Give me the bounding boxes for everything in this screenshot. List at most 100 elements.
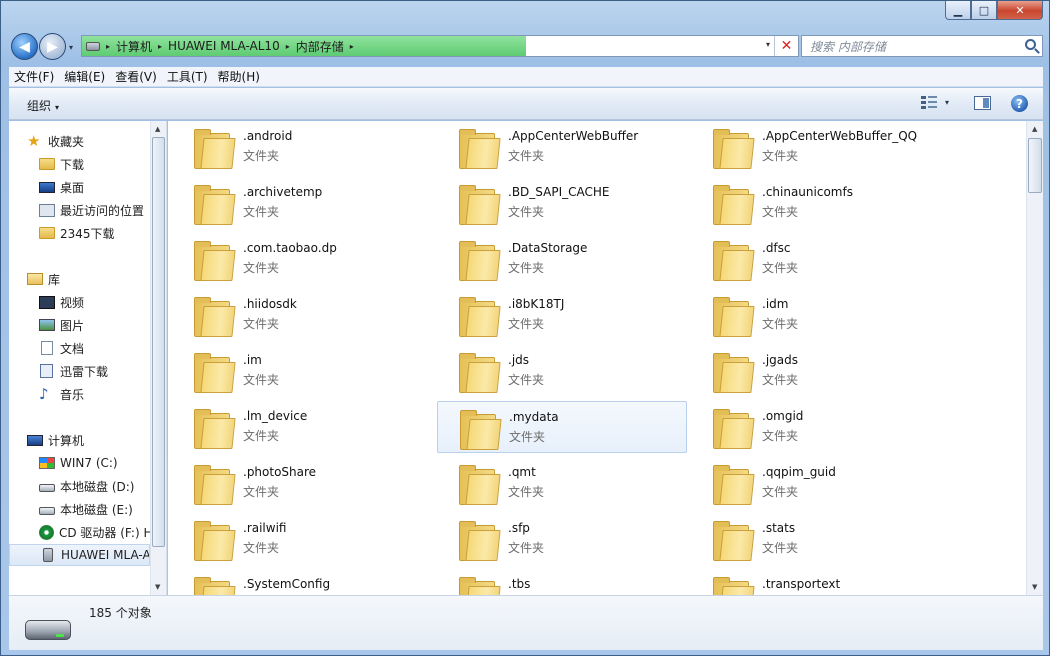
folder-icon <box>713 465 755 505</box>
folder-item[interactable]: .chinaunicomfs 文件夹 <box>691 177 941 229</box>
folder-item[interactable]: .im 文件夹 <box>172 345 422 397</box>
sidebar-item-music[interactable]: ♪ 音乐 <box>9 383 150 405</box>
folder-item[interactable]: .lm_device 文件夹 <box>172 401 422 453</box>
folder-item[interactable]: .AppCenterWebBuffer_QQ 文件夹 <box>691 121 941 173</box>
folder-type: 文件夹 <box>508 205 545 219</box>
scroll-down-icon[interactable]: ▼ <box>155 583 160 591</box>
folder-item[interactable]: .tbs文件夹 <box>437 569 687 595</box>
menu-item[interactable]: 帮助(H) <box>213 68 265 85</box>
nav-scrollbar[interactable]: ▲ ▼ <box>150 121 166 595</box>
scroll-up-icon[interactable]: ▲ <box>1032 125 1037 133</box>
sidebar-item-2345-downloads[interactable]: 2345下载 <box>9 222 150 244</box>
views-dropdown-icon[interactable]: ▾ <box>945 98 949 107</box>
sidebar-item-downloads[interactable]: 下载 <box>9 153 150 175</box>
device-icon <box>86 41 100 51</box>
stop-button[interactable]: ✕ <box>774 36 798 56</box>
breadcrumb-item[interactable]: 内部存储 <box>296 38 344 55</box>
sidebar-group-favorites[interactable]: ★ 收藏夹 <box>9 130 150 152</box>
folder-item[interactable]: .dfsc 文件夹 <box>691 233 941 285</box>
folder-type: 文件夹 <box>508 373 545 387</box>
folder-item[interactable]: .android 文件夹 <box>172 121 422 173</box>
nav-scroll-thumb[interactable] <box>152 137 165 547</box>
sidebar-item-documents[interactable]: 文档 <box>9 337 150 359</box>
sidebar-item-drive-e[interactable]: 本地磁盘 (E:) <box>9 498 150 520</box>
breadcrumb: ▸ 计算机 ▸ HUAWEI MLA-AL10 ▸ 内部存储 ▸ <box>82 36 354 56</box>
sidebar-item-drive-d[interactable]: 本地磁盘 (D:) <box>9 475 150 497</box>
folder-type: 文件夹 <box>762 541 799 555</box>
breadcrumb-separator-icon[interactable]: ▸ <box>158 42 162 51</box>
folder-item[interactable]: .sfp 文件夹 <box>437 513 687 565</box>
search-input[interactable]: 搜索 内部存储 <box>801 35 1043 57</box>
folder-item[interactable]: .DataStorage 文件夹 <box>437 233 687 285</box>
sidebar-item-drive-f[interactable]: CD 驱动器 (F:) H <box>9 521 150 543</box>
sidebar-item-recent-places[interactable]: 最近访问的位置 <box>9 199 150 221</box>
breadcrumb-separator-icon[interactable]: ▸ <box>350 42 354 51</box>
folder-item[interactable]: .transportext文件夹 <box>691 569 941 595</box>
folder-item[interactable]: .archivetemp 文件夹 <box>172 177 422 229</box>
recent-places-icon <box>39 203 55 217</box>
change-view-icon[interactable] <box>921 96 937 110</box>
folder-item[interactable]: .hiidosdk 文件夹 <box>172 289 422 341</box>
folder-item[interactable]: .photoShare 文件夹 <box>172 457 422 509</box>
folder-item[interactable]: .BD_SAPI_CACHE 文件夹 <box>437 177 687 229</box>
sidebar-item-label: 音乐 <box>60 387 85 402</box>
folder-item[interactable]: .AppCenterWebBuffer 文件夹 <box>437 121 687 173</box>
folder-item[interactable]: .qmt 文件夹 <box>437 457 687 509</box>
sidebar-item-pictures[interactable]: 图片 <box>9 314 150 336</box>
organize-button[interactable]: 组织 ▾ <box>27 97 59 114</box>
sidebar-item-huawei-device[interactable]: HUAWEI MLA-AL10 <box>9 544 150 566</box>
scroll-down-icon[interactable]: ▼ <box>1032 583 1037 591</box>
sidebar-item-desktop[interactable]: 桌面 <box>9 176 150 198</box>
folder-item[interactable]: .mydata 文件夹 <box>437 401 687 453</box>
folder-item[interactable]: .railwifi 文件夹 <box>172 513 422 565</box>
address-dropdown-button[interactable]: ▾ <box>766 40 770 49</box>
recent-pages-dropdown[interactable]: ▾ <box>69 43 73 52</box>
breadcrumb-separator-icon[interactable]: ▸ <box>286 42 290 51</box>
folder-icon <box>194 353 236 393</box>
back-button[interactable]: ◀ <box>11 33 38 60</box>
breadcrumb-separator-icon[interactable]: ▸ <box>106 42 110 51</box>
menu-item[interactable]: 查看(V) <box>110 68 162 85</box>
search-icon[interactable] <box>1025 39 1036 50</box>
preview-pane-icon[interactable] <box>974 96 991 110</box>
sidebar-item-label: 下载 <box>60 157 85 172</box>
folder-item[interactable]: .qqpim_guid 文件夹 <box>691 457 941 509</box>
breadcrumb-item[interactable]: HUAWEI MLA-AL10 <box>168 39 280 53</box>
folder-item[interactable]: .jgads 文件夹 <box>691 345 941 397</box>
close-button[interactable]: ✕ <box>997 1 1043 20</box>
content-scroll-thumb[interactable] <box>1028 138 1042 193</box>
menu-item[interactable]: 编辑(E) <box>59 68 110 85</box>
folder-item[interactable]: .i8bK18TJ 文件夹 <box>437 289 687 341</box>
sidebar-group-libraries[interactable]: 库 <box>9 268 150 290</box>
maximize-button[interactable]: □ <box>971 1 997 20</box>
folder-item[interactable]: .omgid 文件夹 <box>691 401 941 453</box>
scroll-up-icon[interactable]: ▲ <box>155 125 160 133</box>
folder-icon <box>713 185 755 225</box>
sidebar-item-drive-c[interactable]: WIN7 (C:) <box>9 452 150 474</box>
folder-icon <box>194 577 236 595</box>
sidebar-group-computer[interactable]: 计算机 <box>9 429 150 451</box>
sidebar-item-thunder-downloads[interactable]: 迅雷下载 <box>9 360 150 382</box>
folder-type: 文件夹 <box>243 373 280 387</box>
minimize-button[interactable]: ▁ <box>945 1 971 20</box>
forward-button[interactable]: ▶ <box>39 33 66 60</box>
folder-icon <box>194 241 236 281</box>
folder-type: 文件夹 <box>762 373 799 387</box>
content-scrollbar[interactable]: ▲ ▼ <box>1026 121 1043 595</box>
breadcrumb-item[interactable]: 计算机 <box>116 38 152 55</box>
sidebar-item-label: 最近访问的位置 <box>60 203 145 218</box>
folder-name: .android <box>243 129 293 143</box>
menu-item[interactable]: 文件(F) <box>9 68 59 85</box>
folder-item[interactable]: .com.taobao.dp 文件夹 <box>172 233 422 285</box>
address-bar[interactable]: ▸ 计算机 ▸ HUAWEI MLA-AL10 ▸ 内部存储 ▸ ▾ ✕ <box>81 35 799 57</box>
folder-icon <box>194 129 236 169</box>
menu-item[interactable]: 工具(T) <box>162 68 213 85</box>
folder-item[interactable]: .stats 文件夹 <box>691 513 941 565</box>
folder-item[interactable]: .idm 文件夹 <box>691 289 941 341</box>
windows-drive-icon <box>39 457 55 469</box>
sidebar-item-videos[interactable]: 视频 <box>9 291 150 313</box>
folder-item[interactable]: .jds 文件夹 <box>437 345 687 397</box>
folder-item[interactable]: .SystemConfig文件夹 <box>172 569 422 595</box>
folder-name: .jgads <box>762 353 798 367</box>
help-icon[interactable]: ? <box>1011 95 1028 112</box>
